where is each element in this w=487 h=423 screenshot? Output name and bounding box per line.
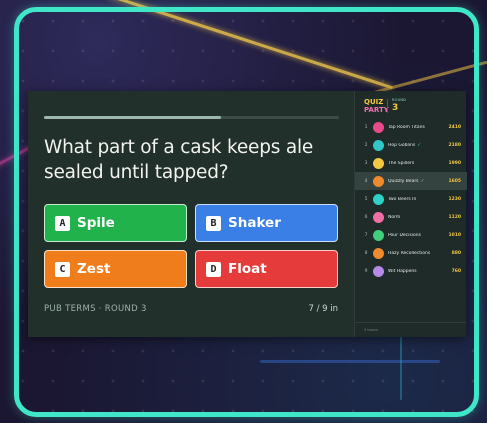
round-indicator-label: ROUND [392, 98, 407, 102]
answer-key-d: D [206, 261, 221, 277]
team-score: 1120 [448, 214, 461, 220]
team-list: 1 Tap Room Titans 2410 2 Hop Goblins ✓ 2180 3 Th… [355, 118, 467, 280]
team-row: 9 Wit Happens 760 [355, 262, 467, 280]
answer-label-b: Shaker [228, 215, 281, 231]
round-label: PUB TERMS · ROUND 3 [44, 304, 147, 314]
team-rank: 9 [364, 268, 368, 274]
logo-line-1: QUIZ [364, 98, 384, 106]
team-count: 9 teams [364, 328, 379, 332]
team-name-text: Hop Goblins [388, 142, 416, 148]
team-row: 8 Hazy Recollections 880 [355, 244, 467, 262]
team-score: 2410 [448, 124, 461, 130]
answer-button-c[interactable]: C Zest [44, 250, 187, 288]
team-name: Hop Goblins ✓ [388, 143, 445, 148]
answer-key-a: A [55, 215, 70, 231]
answer-label-c: Zest [77, 261, 111, 277]
team-rank: 6 [364, 214, 368, 220]
answer-button-b[interactable]: B Shaker [195, 204, 338, 242]
answer-button-a[interactable]: A Spile [44, 204, 187, 242]
team-name: Pour Decisions [388, 233, 445, 238]
round-indicator-number: 3 [392, 103, 399, 113]
logo-line-2: PARTY [364, 106, 389, 114]
scoreboard-panel: QUIZ PARTY ROUND 3 1 Tap Room Titans 2410 2… [354, 91, 467, 337]
team-avatar [373, 211, 384, 223]
team-name-text: Norm [388, 214, 401, 220]
answer-label-a: Spile [77, 215, 115, 231]
logo-divider [387, 99, 388, 113]
team-row: 6 Norm 1120 [355, 208, 467, 226]
team-name-text: Tap Room Titans [388, 124, 425, 130]
team-name-text: Quizzly Bears [388, 178, 419, 184]
team-rank: 5 [364, 196, 368, 202]
answer-button-d[interactable]: D Float [195, 250, 338, 288]
team-name-text: Pour Decisions [388, 232, 421, 238]
team-avatar [373, 229, 384, 241]
timer-progress-fill [44, 116, 221, 119]
team-score: 1605 [448, 178, 461, 184]
round-indicator: ROUND 3 [392, 98, 406, 113]
team-avatar [373, 175, 384, 187]
team-name-text: The Spillers [388, 160, 415, 166]
team-name-text: Wit Happens [388, 268, 417, 274]
answered-check-icon: ✓ [420, 178, 425, 184]
team-avatar [373, 157, 384, 169]
quiz-party-logo: QUIZ PARTY [364, 98, 389, 114]
answer-label-d: Float [228, 261, 267, 277]
team-name-text: Hazy Recollections [388, 250, 431, 256]
team-score: 760 [451, 268, 461, 274]
team-name: Quizzly Bears ✓ [388, 179, 445, 184]
team-avatar [373, 247, 384, 259]
team-avatar [373, 139, 384, 151]
team-rank: 2 [364, 142, 368, 148]
team-score: 1010 [448, 232, 461, 238]
team-row: 5 Two Beers In 1230 [355, 190, 467, 208]
team-rank: 4 [364, 178, 368, 184]
team-name-text: Two Beers In [388, 196, 417, 202]
team-name: Wit Happens [388, 269, 445, 274]
scoreboard-divider [355, 322, 466, 323]
timer-progress-bar [44, 116, 339, 119]
team-row: 2 Hop Goblins ✓ 2180 [355, 136, 467, 154]
question-panel: What part of a cask keeps ale sealed unt… [28, 91, 354, 337]
team-avatar [373, 265, 384, 277]
team-rank: 3 [364, 160, 368, 166]
answer-key-c: C [55, 261, 70, 277]
team-avatar [373, 121, 384, 133]
team-name: Two Beers In [388, 197, 445, 202]
team-rank: 7 [364, 232, 368, 238]
answered-check-icon: ✓ [417, 142, 421, 148]
team-row: 3 The Spillers 1990 [355, 154, 467, 172]
team-row: 4 Quizzly Bears ✓ 1605 [355, 172, 467, 190]
answer-key-b: B [206, 215, 221, 231]
team-rank: 1 [364, 124, 368, 130]
team-avatar [373, 193, 384, 205]
team-score: 1990 [448, 160, 461, 166]
quiz-screen: What part of a cask keeps ale sealed unt… [28, 91, 467, 337]
team-name: Norm [388, 215, 445, 220]
team-row: 1 Tap Room Titans 2410 [355, 118, 467, 136]
team-name: Tap Room Titans [388, 125, 445, 130]
team-name: The Spillers [388, 161, 445, 166]
question-text: What part of a cask keeps ale sealed unt… [44, 137, 314, 183]
answered-counter: 7 / 9 in [308, 304, 338, 314]
team-score: 2180 [448, 142, 461, 148]
team-rank: 8 [364, 250, 368, 256]
team-score: 1230 [448, 196, 461, 202]
team-row: 7 Pour Decisions 1010 [355, 226, 467, 244]
team-name: Hazy Recollections [388, 251, 445, 256]
team-score: 880 [451, 250, 461, 256]
